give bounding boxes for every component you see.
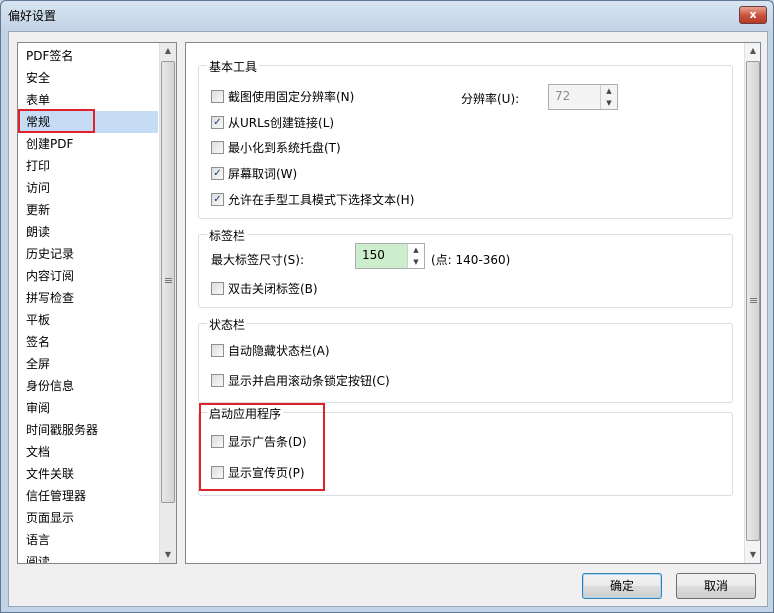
nav-item-page-display[interactable]: 页面显示 — [18, 507, 158, 529]
scroll-down-icon[interactable]: ▼ — [160, 547, 176, 563]
nav-item-full-screen[interactable]: 全屏 — [18, 353, 158, 375]
checkbox-screen-word[interactable]: ✓ 屏幕取词(W) — [211, 165, 297, 183]
nav-item-subscription[interactable]: 内容订阅 — [18, 265, 158, 287]
nav-item-timestamp-server[interactable]: 时间戳服务器 — [18, 419, 158, 441]
highlight-box-general — [18, 109, 95, 133]
nav-item-language[interactable]: 语言 — [18, 529, 158, 551]
checkmark-icon[interactable]: ✓ — [211, 193, 224, 206]
nav-item-read-aloud[interactable]: 朗读 — [18, 221, 158, 243]
group-basic-tools: 基本工具 截图使用固定分辨率(N) ✓ 从URLs创建链接(L) 最小化到系统托盘… — [198, 58, 733, 219]
scroll-thumb[interactable] — [746, 61, 760, 541]
ok-button[interactable]: 确定 — [582, 573, 662, 599]
nav-item-create-pdf[interactable]: 创建PDF — [18, 133, 158, 155]
scroll-down-icon[interactable]: ▼ — [745, 547, 761, 563]
dialog-body: PDF签名 安全 表单 常规 创建PDF 打印 访问 更新 朗读 历史记录 内容… — [8, 31, 768, 607]
title-bar[interactable]: 偏好设置 x — [1, 1, 773, 29]
checkbox-box[interactable] — [211, 282, 224, 295]
nav-item-identity[interactable]: 身份信息 — [18, 375, 158, 397]
nav-item-documents[interactable]: 文档 — [18, 441, 158, 463]
resolution-stepper[interactable]: 72 ▲ ▼ — [548, 84, 618, 110]
group-title-tab-bar: 标签栏 — [207, 227, 248, 244]
checkbox-minimize-tray[interactable]: 最小化到系统托盘(T) — [211, 139, 341, 157]
close-button[interactable]: x — [739, 6, 767, 24]
max-tab-size-stepper[interactable]: 150 ▲ ▼ — [355, 243, 425, 269]
nav-item-forms[interactable]: 表单 — [18, 89, 158, 111]
nav-item-access[interactable]: 访问 — [18, 177, 158, 199]
nav-item-tablet[interactable]: 平板 — [18, 309, 158, 331]
nav-item-trust-manager[interactable]: 信任管理器 — [18, 485, 158, 507]
checkbox-fixed-resolution[interactable]: 截图使用固定分辨率(N) — [211, 88, 354, 106]
checkbox-box[interactable] — [211, 141, 224, 154]
checkbox-hand-tool-select[interactable]: ✓ 允许在手型工具模式下选择文本(H) — [211, 191, 414, 209]
scroll-up-icon[interactable]: ▲ — [160, 43, 176, 59]
checkbox-auto-hide-status[interactable]: 自动隐藏状态栏(A) — [211, 342, 330, 360]
nav-item-spelling[interactable]: 拼写检查 — [18, 287, 158, 309]
nav-item-file-association[interactable]: 文件关联 — [18, 463, 158, 485]
nav-item-history[interactable]: 历史记录 — [18, 243, 158, 265]
nav-item-pdf-signature[interactable]: PDF签名 — [18, 45, 158, 67]
highlight-box-startup — [199, 403, 325, 491]
checkbox-create-links[interactable]: ✓ 从URLs创建链接(L) — [211, 114, 334, 132]
spin-up-icon[interactable]: ▲ — [408, 244, 424, 256]
window-title: 偏好设置 — [8, 9, 57, 23]
nav-item-print[interactable]: 打印 — [18, 155, 158, 177]
spin-down-icon[interactable]: ▼ — [601, 97, 617, 109]
checkbox-double-click-close[interactable]: 双击关闭标签(B) — [211, 280, 318, 298]
checkbox-box[interactable] — [211, 344, 224, 357]
settings-scrollbar[interactable]: ▲ ▼ — [744, 43, 760, 563]
resolution-label: 分辨率(U): — [461, 92, 520, 106]
scroll-thumb[interactable] — [161, 61, 175, 503]
spin-up-icon[interactable]: ▲ — [601, 85, 617, 97]
max-tab-size-value: 150 — [362, 248, 385, 262]
checkbox-box[interactable] — [211, 374, 224, 387]
category-list-scrollbar[interactable]: ▲ ▼ — [159, 43, 176, 563]
nav-item-security[interactable]: 安全 — [18, 67, 158, 89]
group-title-basic-tools: 基本工具 — [207, 58, 260, 75]
settings-panel: 基本工具 截图使用固定分辨率(N) ✓ 从URLs创建链接(L) 最小化到系统托盘… — [185, 42, 761, 564]
max-tab-size-label: 最大标签尺寸(S): — [211, 253, 305, 267]
tab-size-range-hint: (点: 140-360) — [431, 253, 511, 267]
checkmark-icon[interactable]: ✓ — [211, 116, 224, 129]
checkbox-scroll-lock[interactable]: 显示并启用滚动条锁定按钮(C) — [211, 372, 390, 390]
checkmark-icon[interactable]: ✓ — [211, 167, 224, 180]
cancel-button[interactable]: 取消 — [676, 573, 756, 599]
group-status-bar: 状态栏 自动隐藏状态栏(A) 显示并启用滚动条锁定按钮(C) — [198, 316, 733, 403]
close-icon: x — [749, 8, 757, 21]
nav-item-update[interactable]: 更新 — [18, 199, 158, 221]
checkbox-box[interactable] — [211, 90, 224, 103]
group-tab-bar: 标签栏 最大标签尺寸(S): 150 ▲ ▼ (点: 140-360) 双击关闭标… — [198, 227, 733, 308]
nav-item-signature[interactable]: 签名 — [18, 331, 158, 353]
group-title-status-bar: 状态栏 — [207, 316, 248, 333]
scroll-up-icon[interactable]: ▲ — [745, 43, 761, 59]
nav-item-review[interactable]: 审阅 — [18, 397, 158, 419]
resolution-value: 72 — [555, 89, 571, 103]
spin-down-icon[interactable]: ▼ — [408, 256, 424, 268]
preferences-window: 偏好设置 x PDF签名 安全 表单 常规 创建PDF 打印 访问 更新 朗读 … — [0, 0, 774, 613]
nav-item-reading[interactable]: 阅读 — [18, 551, 158, 563]
